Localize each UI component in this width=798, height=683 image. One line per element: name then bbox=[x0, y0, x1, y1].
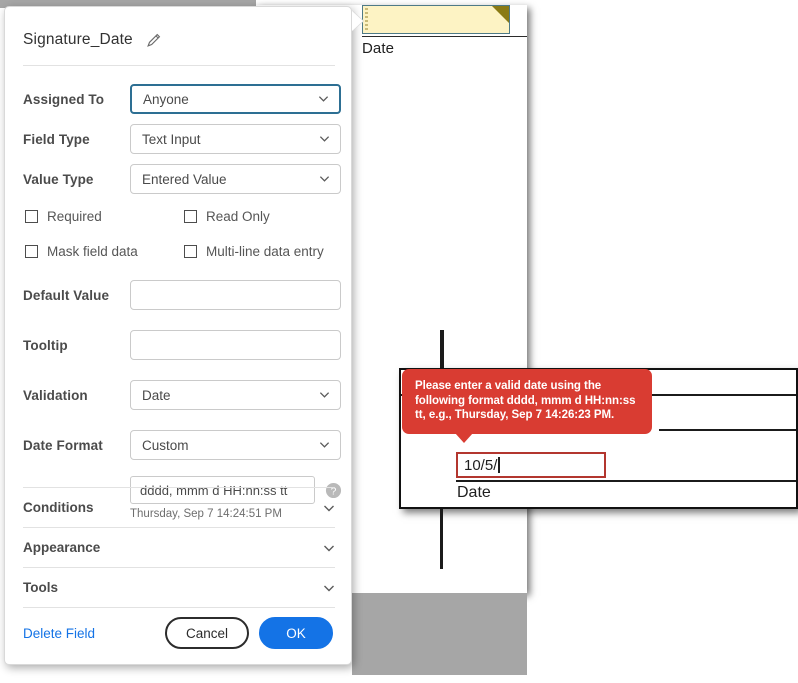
checkbox-box-read-only[interactable] bbox=[184, 210, 197, 223]
label-validation: Validation bbox=[23, 387, 88, 403]
ok-button[interactable]: OK bbox=[259, 617, 333, 649]
chevron-down-icon bbox=[324, 545, 334, 551]
select-field-type[interactable]: Text Input bbox=[130, 124, 341, 154]
accordion-sections: Conditions Appearance Tools bbox=[23, 487, 335, 608]
field-left-marker bbox=[365, 8, 368, 31]
row-tooltip: Tooltip bbox=[5, 325, 353, 365]
page-title: Signature_Date bbox=[23, 31, 133, 48]
select-validation[interactable]: Date bbox=[130, 380, 341, 410]
select-date-format[interactable]: Custom bbox=[130, 430, 341, 460]
cancel-button[interactable]: Cancel bbox=[165, 617, 249, 649]
dialog-form-rows: Assigned To Anyone Field Type Text Input bbox=[5, 79, 353, 520]
viewer-bottom-strip bbox=[352, 593, 527, 675]
checkbox-label-required: Required bbox=[47, 209, 102, 224]
validation-error-text: Please enter a valid date using the foll… bbox=[415, 380, 636, 421]
magnified-field-label: Date bbox=[457, 484, 491, 501]
tooltip-tail bbox=[455, 432, 473, 443]
document-form-field[interactable] bbox=[362, 5, 510, 34]
pencil-icon[interactable] bbox=[145, 31, 163, 49]
magnified-date-input[interactable]: 10/5/ bbox=[456, 452, 606, 478]
screenshot-root: Date Signature_Date Assigned To Anyone F… bbox=[0, 0, 798, 683]
row-default-value: Default Value bbox=[5, 275, 353, 315]
chevron-down-icon bbox=[319, 136, 330, 142]
label-value-type: Value Type bbox=[23, 171, 94, 187]
input-default-value[interactable] bbox=[130, 280, 341, 310]
accordion-appearance[interactable]: Appearance bbox=[23, 528, 335, 567]
footer-buttons: Cancel OK bbox=[165, 617, 333, 649]
delete-field-link[interactable]: Delete Field bbox=[23, 626, 95, 641]
accordion-label-conditions: Conditions bbox=[23, 500, 94, 515]
select-assigned-to[interactable]: Anyone bbox=[130, 84, 341, 114]
checkbox-label-multi-line: Multi-line data entry bbox=[206, 244, 324, 259]
checkbox-box-multi-line[interactable] bbox=[184, 245, 197, 258]
accordion-label-tools: Tools bbox=[23, 580, 58, 595]
comment-corner-icon bbox=[492, 6, 509, 23]
document-field-label: Date bbox=[362, 40, 395, 57]
row-value-type: Value Type Entered Value bbox=[5, 159, 353, 199]
accordion-label-appearance: Appearance bbox=[23, 540, 101, 555]
row-field-type: Field Type Text Input bbox=[5, 119, 353, 159]
select-field-type-value: Text Input bbox=[142, 131, 201, 147]
select-value-type-value: Entered Value bbox=[142, 171, 227, 187]
label-field-type: Field Type bbox=[23, 131, 90, 147]
checkbox-label-read-only: Read Only bbox=[206, 209, 270, 224]
label-date-format: Date Format bbox=[23, 437, 103, 453]
magnifier-connector-top bbox=[440, 330, 444, 370]
row-validation: Validation Date bbox=[5, 375, 353, 415]
select-assigned-to-value: Anyone bbox=[143, 91, 189, 107]
accordion-tools[interactable]: Tools bbox=[23, 568, 335, 607]
chevron-down-icon bbox=[319, 176, 330, 182]
checkbox-box-mask-field-data[interactable] bbox=[25, 245, 38, 258]
select-date-format-value: Custom bbox=[142, 437, 189, 453]
checkbox-multi-line[interactable]: Multi-line data entry bbox=[184, 244, 324, 259]
magnified-mid-rule bbox=[659, 429, 796, 431]
magnifier-connector-bottom bbox=[440, 509, 443, 569]
accordion-conditions[interactable]: Conditions bbox=[23, 488, 335, 527]
document-field-underline bbox=[362, 36, 527, 37]
label-assigned-to: Assigned To bbox=[23, 91, 105, 107]
chevron-down-icon bbox=[318, 96, 329, 102]
field-properties-dialog: Signature_Date Assigned To Anyone Field … bbox=[4, 6, 352, 665]
chevron-down-icon bbox=[319, 442, 330, 448]
select-validation-value: Date bbox=[142, 387, 171, 403]
select-value-type[interactable]: Entered Value bbox=[130, 164, 341, 194]
dialog-footer: Delete Field Cancel OK bbox=[23, 616, 333, 650]
title-divider bbox=[23, 65, 335, 66]
text-caret bbox=[498, 457, 500, 473]
checkbox-required[interactable]: Required bbox=[25, 209, 184, 224]
checkbox-read-only[interactable]: Read Only bbox=[184, 209, 270, 224]
chevron-down-icon bbox=[324, 505, 334, 511]
row-assigned-to: Assigned To Anyone bbox=[5, 79, 353, 119]
magnified-date-input-value: 10/5/ bbox=[464, 456, 498, 474]
label-tooltip: Tooltip bbox=[23, 337, 68, 353]
checkbox-box-required[interactable] bbox=[25, 210, 38, 223]
magnified-field-underline bbox=[456, 480, 796, 482]
dialog-title-row: Signature_Date bbox=[23, 31, 333, 49]
label-default-value: Default Value bbox=[23, 287, 110, 303]
chevron-down-icon bbox=[324, 585, 334, 591]
checkbox-row-2: Mask field data Multi-line data entry bbox=[5, 234, 353, 269]
checkbox-label-mask-field-data: Mask field data bbox=[47, 244, 138, 259]
chevron-down-icon bbox=[319, 392, 330, 398]
dialog-pointer bbox=[352, 11, 363, 31]
checkbox-row-1: Required Read Only bbox=[5, 199, 353, 234]
validation-error-tooltip: Please enter a valid date using the foll… bbox=[402, 369, 652, 443]
input-tooltip[interactable] bbox=[130, 330, 341, 360]
accordion-divider bbox=[23, 607, 335, 608]
row-date-format: Date Format Custom bbox=[5, 425, 353, 465]
checkbox-mask-field-data[interactable]: Mask field data bbox=[25, 244, 184, 259]
